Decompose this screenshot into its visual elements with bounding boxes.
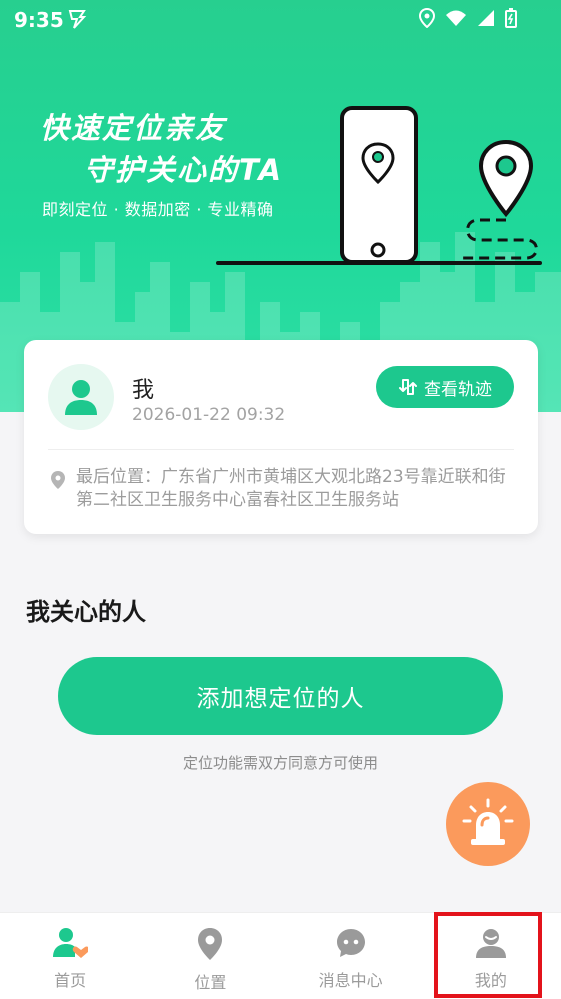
- phone-location-illustration: [216, 106, 542, 265]
- tab-messages[interactable]: 消息中心: [281, 913, 421, 999]
- signal-icon: [478, 10, 494, 26]
- chat-bubble-icon: [336, 929, 365, 957]
- tab-messages-label: 消息中心: [318, 971, 383, 990]
- location-status-icon: [419, 8, 435, 28]
- app-notification-icon: [68, 10, 87, 29]
- tab-location[interactable]: 位置: [140, 913, 280, 999]
- sos-alarm-button[interactable]: [446, 782, 530, 866]
- view-track-button[interactable]: 查看轨迹: [376, 366, 514, 408]
- location-pin-icon: [198, 928, 223, 960]
- system-icons: [419, 8, 517, 28]
- battery-icon: [505, 8, 517, 28]
- tab-home[interactable]: 首页: [0, 913, 140, 999]
- person-heart-icon: [53, 928, 89, 958]
- add-person-button[interactable]: 添加想定位的人: [58, 657, 503, 735]
- care-section-title: 我关心的人: [26, 598, 146, 626]
- location-pin-icon: [51, 471, 65, 489]
- last-location-text: 最后位置：广东省广州市黄埔区大观北路23号靠近联和街第二社区卫生服务中心富春社区…: [76, 467, 506, 510]
- wifi-icon: [446, 10, 466, 26]
- last-update-time: 2026-01-22 09:32: [132, 405, 286, 425]
- view-track-label: 查看轨迹: [424, 379, 492, 400]
- user-avatar-icon: [65, 380, 97, 415]
- tab-location-label: 位置: [194, 973, 227, 992]
- card-divider: [48, 449, 514, 450]
- route-icon: [399, 379, 417, 395]
- alarm-siren-icon: [462, 798, 514, 845]
- status-bar: 9:35: [0, 0, 561, 40]
- consent-note: 定位功能需双方同意方可使用: [182, 754, 378, 772]
- tab-home-label: 首页: [54, 971, 87, 990]
- profile-card: 我 2026-01-22 09:32 查看轨迹 最后位置：广东省广州市黄埔区大观…: [24, 340, 538, 534]
- profile-name: 我: [132, 378, 155, 403]
- status-time: 9:35: [14, 8, 64, 32]
- slogan-line1: 快速定位亲友: [40, 111, 227, 145]
- avatar: [48, 364, 114, 430]
- tab-mine-highlight-box: [434, 912, 542, 998]
